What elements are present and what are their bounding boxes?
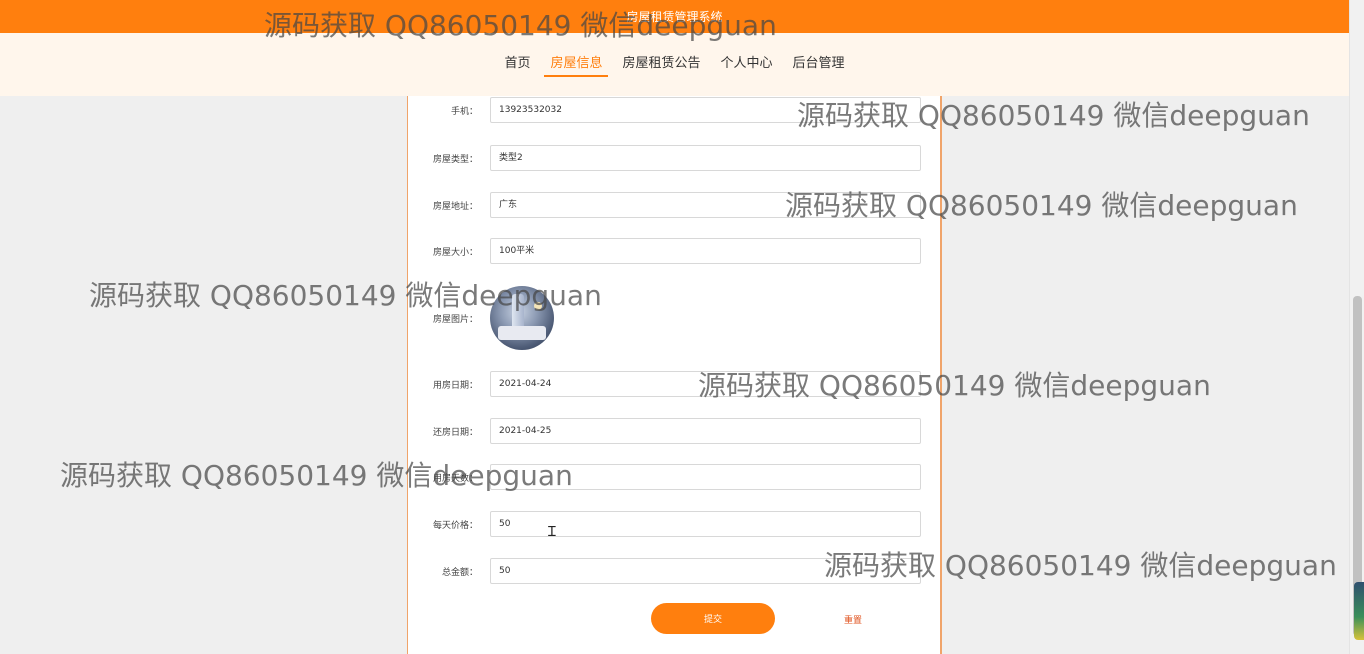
photo-bed: [498, 326, 546, 340]
end-date-label: 还房日期：: [432, 428, 478, 438]
house-size-field[interactable]: 100平米: [490, 238, 921, 264]
start-date-field[interactable]: 2021-04-24: [490, 371, 921, 397]
rental-form: 手机： 13923532032 房屋类型： 类型2 房屋地址： 广东 房屋大小：…: [407, 96, 942, 654]
site-title: 房屋租赁管理系统: [626, 10, 723, 24]
end-date-field[interactable]: 2021-04-25: [490, 418, 921, 444]
form-row-house-address: 房屋地址： 广东: [408, 192, 943, 218]
total-amount-label: 总金额：: [441, 568, 478, 578]
total-amount-field[interactable]: 50: [490, 558, 921, 584]
nav-item-home[interactable]: 首页: [498, 55, 536, 75]
photo-lamp: [534, 302, 542, 310]
form-row-daily-price: 每天价格： 50: [408, 511, 943, 537]
form-row-start-date: 用房日期： 2021-04-24: [408, 371, 943, 397]
phone-label: 手机：: [450, 107, 478, 117]
nav-list: 首页 房屋信息 房屋租赁公告 个人中心 后台管理: [0, 55, 1349, 77]
submit-button[interactable]: 提交: [651, 603, 775, 634]
days-label: 用房天数：: [432, 474, 478, 484]
nav-item-personal-center[interactable]: 个人中心: [715, 55, 779, 75]
daily-price-label: 每天价格：: [432, 521, 478, 531]
main-navbar: 首页 房屋信息 房屋租赁公告 个人中心 后台管理: [0, 33, 1349, 96]
form-row-house-type: 房屋类型： 类型2: [408, 145, 943, 171]
text-cursor-icon: Ɪ: [548, 524, 556, 540]
form-row-days: 用房天数：: [408, 464, 943, 490]
start-date-label: 用房日期：: [432, 381, 478, 391]
house-address-field[interactable]: 广东: [490, 192, 921, 218]
house-photo: [490, 286, 554, 350]
nav-item-rental-notice[interactable]: 房屋租赁公告: [616, 55, 706, 75]
form-row-end-date: 还房日期： 2021-04-25: [408, 418, 943, 444]
form-row-total-amount: 总金额： 50: [408, 558, 943, 584]
form-row-phone: 手机： 13923532032: [408, 97, 943, 123]
house-size-label: 房屋大小：: [432, 248, 478, 258]
house-photo-label: 房屋图片：: [432, 315, 478, 325]
reset-button[interactable]: 重置: [828, 608, 878, 630]
form-row-house-size: 房屋大小： 100平米: [408, 238, 943, 264]
phone-field[interactable]: 13923532032: [490, 97, 921, 123]
side-floating-widget[interactable]: [1354, 582, 1364, 640]
house-type-field[interactable]: 类型2: [490, 145, 921, 171]
top-header-bar: 房屋租赁管理系统: [0, 0, 1349, 33]
nav-item-house-info[interactable]: 房屋信息: [544, 55, 609, 77]
house-type-label: 房屋类型：: [432, 155, 478, 165]
form-row-house-photo: 房屋图片：: [408, 286, 943, 352]
nav-item-admin[interactable]: 后台管理: [787, 55, 851, 75]
days-field[interactable]: [490, 464, 921, 490]
house-address-label: 房屋地址：: [432, 202, 478, 212]
page-scrollbar[interactable]: [1349, 0, 1364, 654]
